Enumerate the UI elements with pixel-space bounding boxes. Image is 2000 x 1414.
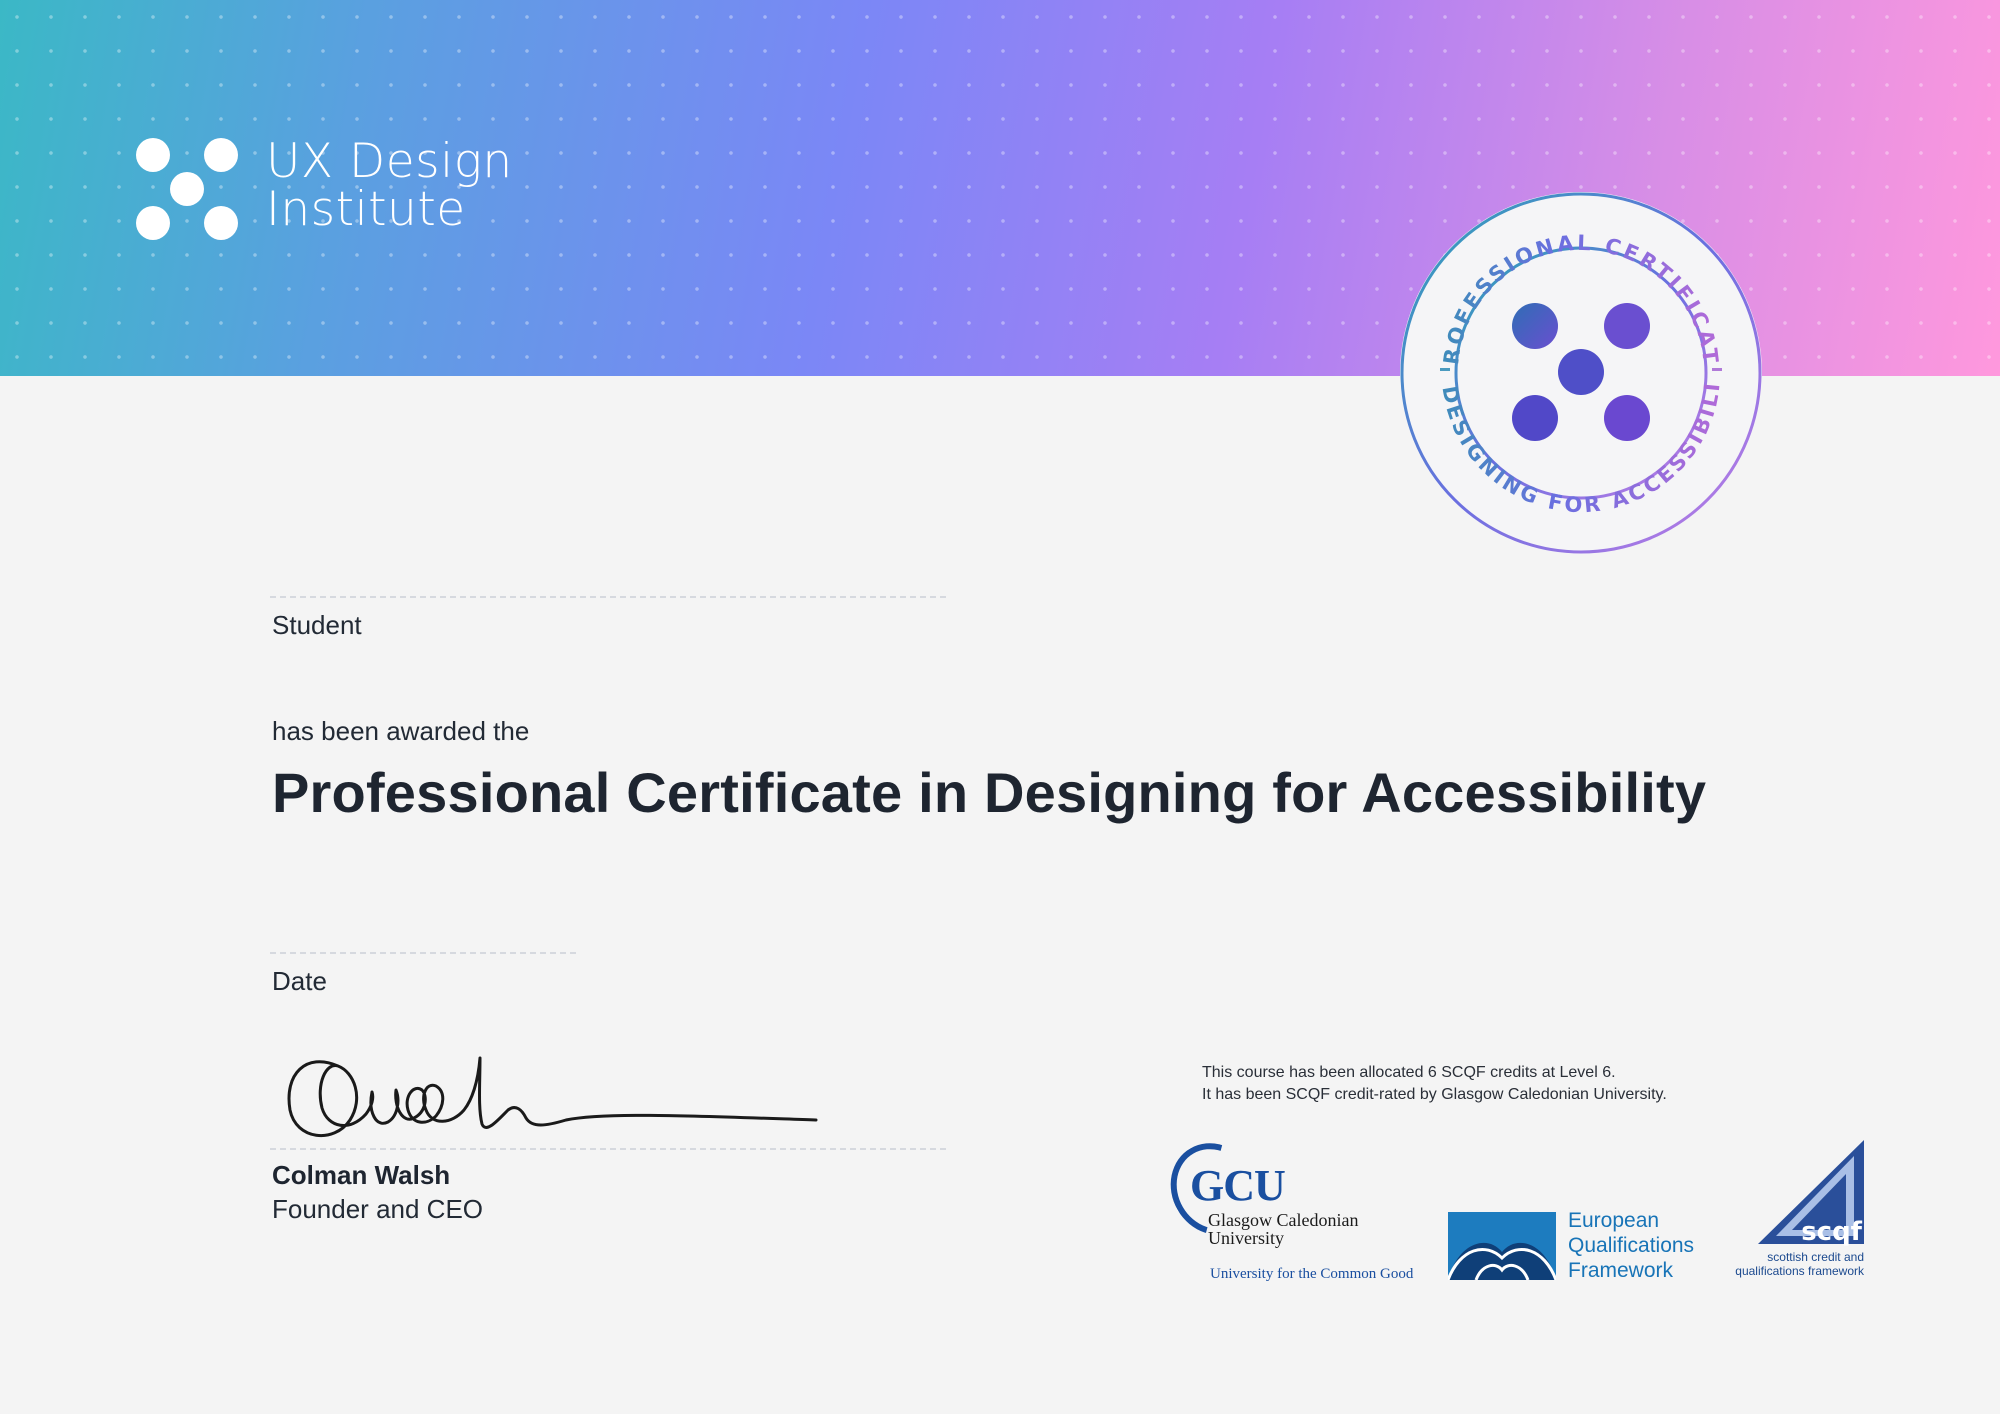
seal-dot (1558, 349, 1604, 395)
seal-separator-right (1712, 368, 1722, 371)
credits-statement: This course has been allocated 6 SCQF cr… (1202, 1062, 1667, 1106)
gcu-logo: GCU Glasgow Caledonian University Univer… (1154, 1127, 1422, 1286)
brand-name: UX Design Institute (266, 138, 513, 234)
logo-dot (170, 172, 204, 206)
logo-dot (204, 206, 238, 240)
signature-image (287, 1056, 818, 1137)
seal-separator-left (1440, 368, 1450, 371)
seal-dot (1604, 303, 1650, 349)
eqf-logo-icon (1448, 1212, 1556, 1280)
scqf-mark: scqf (1801, 1217, 1862, 1247)
credits-line-2: It has been SCQF credit-rated by Glasgow… (1202, 1086, 1667, 1103)
eqf-name: European Qualifications Framework (1568, 1208, 1694, 1283)
eqf-line-1: European (1568, 1209, 1660, 1232)
eqf-line-2: Qualifications (1568, 1234, 1695, 1257)
signature-line (270, 1148, 946, 1150)
student-label: Student (272, 610, 362, 640)
certificate-seal: PROFESSIONAL CERTIFICATE IN DESIGNING FO… (1398, 190, 1762, 554)
brand-line-1: UX Design (266, 134, 513, 189)
certificate-title: Professional Certificate in Designing fo… (272, 761, 1707, 824)
logo-dot (136, 206, 170, 240)
credits-line-1: This course has been allocated 6 SCQF cr… (1202, 1064, 1616, 1081)
gcu-name-line-2: University (1208, 1228, 1284, 1248)
signer-name: Colman Walsh (272, 1160, 451, 1190)
award-intro: has been awarded the (272, 716, 530, 746)
scqf-line-2: qualifications framework (1735, 1264, 1864, 1278)
scqf-line-1: scottish credit and (1767, 1250, 1864, 1264)
seal-dot (1512, 395, 1558, 441)
date-line (270, 952, 576, 954)
student-line (270, 596, 946, 598)
seal-dot (1512, 303, 1558, 349)
gcu-mark: GCU (1190, 1161, 1286, 1210)
logo-dot (136, 138, 170, 172)
signer-title: Founder and CEO (272, 1194, 484, 1224)
brand-line-2: Institute (266, 182, 466, 237)
scqf-name: scottish credit and qualifications frame… (1728, 1250, 1864, 1278)
gcu-tagline: University for the Common Good (1210, 1266, 1414, 1282)
logo-dot (204, 138, 238, 172)
seal-dot (1604, 395, 1650, 441)
date-label: Date (272, 966, 327, 996)
ux-design-institute-logo-icon (134, 136, 244, 240)
eqf-line-3: Framework (1568, 1259, 1674, 1282)
